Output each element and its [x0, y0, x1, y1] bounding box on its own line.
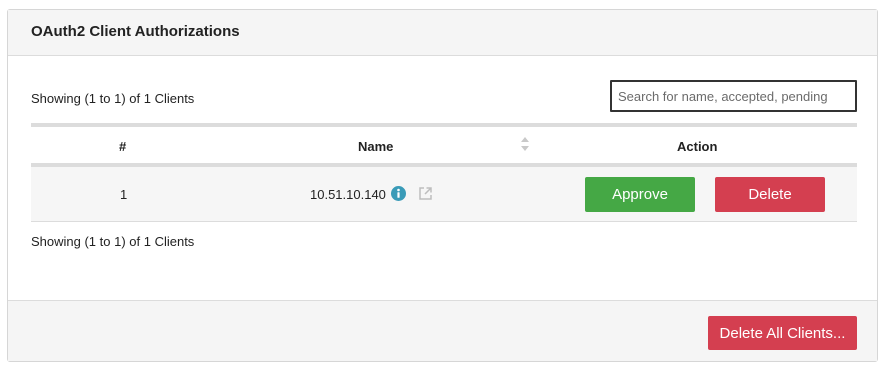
panel-title: OAuth2 Client Authorizations — [31, 23, 240, 40]
client-authorizations-panel: OAuth2 Client Authorizations Showing (1 … — [7, 9, 878, 362]
client-name: 10.51.10.140 — [310, 187, 386, 202]
delete-button[interactable]: Delete — [715, 177, 825, 212]
approve-button[interactable]: Approve — [585, 177, 695, 212]
clients-table: # Name Action 1 10.51.10.140 Approve Del… — [31, 123, 857, 222]
showing-summary-top: Showing (1 to 1) of 1 Clients — [31, 91, 195, 106]
table-row: 1 10.51.10.140 Approve Delete — [31, 167, 857, 222]
panel-header: OAuth2 Client Authorizations — [8, 10, 877, 56]
search-input[interactable] — [610, 80, 857, 112]
delete-all-clients-button[interactable]: Delete All Clients... — [708, 316, 857, 350]
panel-footer: Delete All Clients... — [8, 300, 877, 361]
showing-summary-bottom: Showing (1 to 1) of 1 Clients — [31, 234, 195, 249]
sort-icon[interactable] — [520, 136, 530, 152]
external-link-icon[interactable] — [418, 186, 433, 201]
column-header-action: Action — [677, 139, 718, 154]
info-icon[interactable] — [391, 186, 406, 201]
row-number: 1 — [120, 187, 128, 202]
table-header: # Name Action — [31, 123, 857, 167]
column-header-name[interactable]: Name — [358, 139, 393, 154]
column-header-number[interactable]: # — [119, 139, 126, 154]
